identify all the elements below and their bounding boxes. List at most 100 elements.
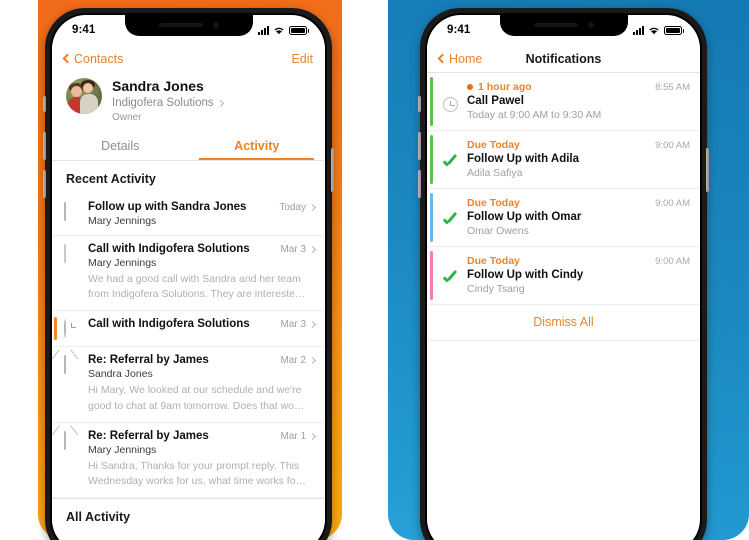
activity-row-icon: [64, 318, 80, 339]
front-camera-icon-right: [587, 22, 594, 28]
contact-tabs: Details Activity: [52, 133, 326, 161]
contact-header[interactable]: Sandra Jones Indigofera Solutions Owner: [52, 72, 325, 133]
notification-row[interactable]: Due Today 9:00 AM Follow Up with Cindy Cind…: [427, 247, 700, 305]
tab-details[interactable]: Details: [52, 133, 189, 160]
clock-icon: [64, 319, 66, 339]
activity-row-header: Call with Indigofera Solutions Mar 3: [88, 318, 317, 330]
activity-row-icon: [64, 354, 80, 413]
volume-down-button[interactable]: [43, 170, 46, 198]
activity-row-date: Mar 1: [280, 430, 317, 442]
notification-row[interactable]: 1 hour ago 8:55 AM Call Pawel Today at 9:00…: [427, 73, 700, 131]
tab-activity-label: Activity: [234, 139, 280, 154]
power-button[interactable]: [331, 148, 334, 192]
activity-row-date-label: Mar 3: [280, 244, 306, 256]
activity-row[interactable]: Follow up with Sandra Jones Today Mary Jen…: [52, 194, 325, 237]
mute-switch[interactable]: [43, 96, 46, 112]
speaker-grille-right: [533, 23, 578, 27]
notification-status-label: Due Today: [467, 197, 520, 209]
notification-subtitle: Adila Safiya: [467, 167, 523, 179]
edit-button[interactable]: Edit: [291, 52, 313, 66]
mute-switch-right[interactable]: [418, 96, 421, 112]
activity-row-body: Call with Indigofera Solutions Mar 3: [88, 318, 317, 338]
notification-row-body: Due Today 9:00 AM Follow Up with Adila Adil…: [467, 139, 690, 179]
signal-bars-icon: [633, 25, 644, 35]
notification-row[interactable]: Due Today 9:00 AM Follow Up with Adila Adil…: [427, 131, 700, 189]
notification-row-icon[interactable]: [441, 139, 459, 179]
all-activity-button[interactable]: All Activity: [52, 499, 325, 536]
mail-icon: [64, 355, 66, 375]
right-phone-screen: 9:41 Home Notifications 1 hour ago 8:55 …: [427, 15, 700, 540]
activity-row-subtitle: Sandra Jones: [88, 368, 153, 381]
notification-row-icon[interactable]: [441, 255, 459, 295]
notification-row-header: Due Today 9:00 AM: [467, 139, 690, 151]
tab-underline-active: [199, 158, 315, 161]
contact-organization[interactable]: Indigofera Solutions: [112, 96, 224, 112]
contact-organization-label: Indigofera Solutions: [112, 96, 214, 109]
activity-row-subtitle: Mary Jennings: [88, 257, 157, 270]
status-icons: [258, 25, 309, 35]
activity-row-subtitle: Mary Jennings: [88, 215, 157, 228]
front-camera-icon: [212, 22, 219, 28]
notification-subtitle: Today at 9:00 AM to 9:30 AM: [467, 109, 602, 121]
back-to-contacts-button[interactable]: Contacts: [62, 52, 123, 66]
page-title: Sandra Jones: [112, 78, 204, 94]
activity-row[interactable]: Call with Indigofera Solutions Mar 3 Mary …: [52, 236, 325, 312]
notification-status-badge: Due Today: [467, 139, 520, 151]
left-navbar: Contacts Edit: [52, 45, 325, 72]
notification-row[interactable]: Due Today 9:00 AM Follow Up with Omar Omar …: [427, 189, 700, 247]
row-accent-bar: [54, 317, 57, 341]
check-green-icon: [442, 213, 458, 229]
check-green-icon: [442, 271, 458, 287]
chevron-right-icon: [308, 321, 317, 329]
activity-row-title: Follow up with Sandra Jones: [88, 201, 247, 214]
chevron-right-icon: [308, 203, 317, 212]
notification-subtitle: Omar Owens: [467, 225, 529, 237]
activity-row-body: Call with Indigofera Solutions Mar 3 Mary …: [88, 243, 317, 302]
volume-up-button[interactable]: [43, 132, 46, 160]
tab-activity[interactable]: Activity: [189, 133, 326, 161]
left-phone-device: 9:41 Contacts Edit Sandra Jones Indigofe…: [43, 8, 334, 540]
unread-dot-icon: [467, 84, 473, 90]
activity-row-icon: [64, 430, 80, 489]
avatar[interactable]: [66, 78, 102, 114]
activity-row[interactable]: Call with Indigofera Solutions Mar 3: [52, 311, 325, 348]
activity-row-date: Mar 2: [280, 355, 317, 366]
status-time-right: 9:41: [447, 24, 471, 36]
note-yellow-icon: [64, 244, 66, 264]
chevron-right-icon: [308, 432, 317, 440]
back-label-right: Home: [449, 51, 483, 66]
notch: [124, 15, 253, 36]
notification-status-label: 1 hour ago: [478, 81, 532, 93]
notification-subtitle: Cindy Tsang: [467, 283, 525, 295]
activity-row-icon[interactable]: [64, 201, 80, 227]
notification-status-label: Due Today: [467, 255, 520, 267]
volume-up-button-right[interactable]: [418, 132, 421, 160]
notification-row-icon[interactable]: [441, 197, 459, 237]
status-time: 9:41: [72, 24, 96, 36]
notification-status-badge: Due Today: [467, 255, 520, 267]
activity-row-date: Mar 3: [280, 244, 317, 256]
activity-row-snippet: We had a good call with Sandra and her t…: [88, 273, 306, 301]
left-phone-screen: 9:41 Contacts Edit Sandra Jones Indigofe…: [52, 15, 325, 540]
right-phone-bezel: 9:41 Home Notifications 1 hour ago 8:55 …: [425, 13, 702, 540]
activity-row-title: Re: Referral by James: [88, 429, 209, 442]
notification-row-header: Due Today 9:00 AM: [467, 255, 690, 267]
activity-row-date: Today: [279, 202, 317, 213]
notification-row-icon: [441, 81, 459, 121]
volume-down-button-right[interactable]: [418, 170, 421, 198]
activity-row[interactable]: Re: Referral by James Mar 1 Mary Jennings H…: [52, 422, 325, 499]
back-to-home-button[interactable]: Home: [437, 51, 483, 66]
power-button-right[interactable]: [706, 148, 709, 192]
activity-row[interactable]: Re: Referral by James Mar 2 Sandra Jones Hi…: [52, 347, 325, 423]
screenshot-stage: 9:41 Contacts Edit Sandra Jones Indigofe…: [0, 0, 749, 540]
notification-accent-bar: [430, 77, 433, 126]
wifi-icon: [273, 26, 285, 35]
status-icons-right: [633, 25, 684, 35]
clock-icon: [442, 97, 458, 112]
activity-row-date-label: Mar 1: [280, 430, 306, 442]
wifi-icon: [648, 26, 660, 35]
activity-row-body: Re: Referral by James Mar 1 Mary Jennings H…: [88, 429, 317, 489]
avatar-face-a: [71, 86, 82, 97]
dismiss-all-button[interactable]: Dismiss All: [427, 305, 700, 341]
activity-row-header: Call with Indigofera Solutions Mar 3: [88, 243, 317, 256]
